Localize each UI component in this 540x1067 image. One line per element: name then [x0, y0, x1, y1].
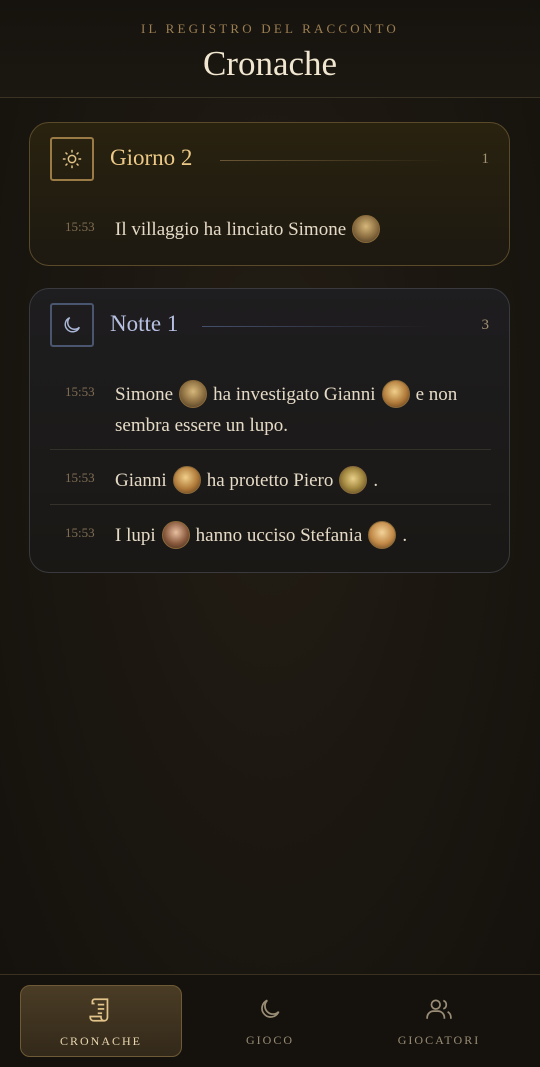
- entry-text: Simone ha investigato Gianni e non sembra …: [115, 379, 491, 441]
- player-avatar-simone[interactable]: [179, 379, 208, 408]
- player-avatar-piero[interactable]: [339, 465, 368, 494]
- entry-text: I lupi hanno ucciso Stefania.: [115, 520, 491, 551]
- phase-event-count: 1: [481, 151, 490, 167]
- moon-icon: [50, 303, 94, 347]
- entry-time: 15:53: [65, 219, 95, 234]
- entry-text-part: .: [402, 525, 408, 546]
- entry-text-part: .: [373, 470, 379, 491]
- entry-divider: [50, 449, 491, 450]
- app-header: IL REGISTRO DEL RACCONTO Cronache: [0, 0, 540, 98]
- entry-divider: [50, 504, 491, 505]
- entry-text: Il villaggio ha linciato Simone: [115, 214, 491, 245]
- users-icon: [358, 995, 520, 1025]
- entry-time: 15:53: [65, 470, 95, 485]
- phase-title: Notte 1: [110, 311, 179, 336]
- player-avatar-simone[interactable]: [352, 214, 381, 243]
- tab-cronache[interactable]: CRONACHE: [20, 985, 182, 1057]
- player-avatar-gianni[interactable]: [381, 379, 410, 408]
- phase-divider-line: [220, 160, 450, 161]
- player-avatar-gianni[interactable]: [172, 465, 201, 494]
- entry-time: 15:53: [65, 525, 95, 540]
- phase-card-notte-1: Notte 1 3 15:53 Simone ha investigato Gia…: [29, 288, 510, 573]
- entry-text-part: Gianni: [115, 470, 167, 491]
- phase-title: Giorno 2: [110, 145, 193, 170]
- tab-giocatori[interactable]: GIOCATORI: [358, 985, 520, 1057]
- page-title: Cronache: [202, 44, 338, 83]
- phase-event-count: 3: [481, 317, 490, 333]
- entry-text-part: hanno ucciso Stefania: [195, 525, 363, 546]
- phase-card-giorno-2: Giorno 2 1 15:53 Il villaggio ha linciat…: [29, 122, 510, 266]
- moon-icon: [189, 995, 351, 1025]
- tab-gioco[interactable]: GIOCO: [189, 985, 351, 1057]
- scroll-icon: [21, 996, 181, 1026]
- player-avatar-stefania[interactable]: [368, 520, 397, 549]
- entry-time: 15:53: [65, 384, 95, 399]
- entry-text-part: ha protetto Piero: [206, 470, 334, 491]
- tab-label: GIOCO: [246, 1033, 294, 1047]
- tab-label: GIOCATORI: [397, 1033, 481, 1047]
- bottom-navigation: CRONACHE GIOCO GIOCATORI: [0, 974, 540, 1067]
- header-subtitle: IL REGISTRO DEL RACCONTO: [141, 21, 399, 36]
- phase-divider-line: [202, 326, 432, 327]
- player-avatar-wolves[interactable]: [161, 520, 190, 549]
- entry-text-part: Simone: [115, 384, 174, 405]
- entry-text-part: I lupi: [115, 525, 156, 546]
- entry-text-part: Il villaggio ha linciato Simone: [115, 219, 347, 240]
- sun-icon: [50, 137, 94, 181]
- entry-text-part: ha investigato Gianni: [213, 384, 376, 405]
- entry-text: Gianni ha protetto Piero.: [115, 465, 491, 496]
- tab-label: CRONACHE: [59, 1034, 142, 1048]
